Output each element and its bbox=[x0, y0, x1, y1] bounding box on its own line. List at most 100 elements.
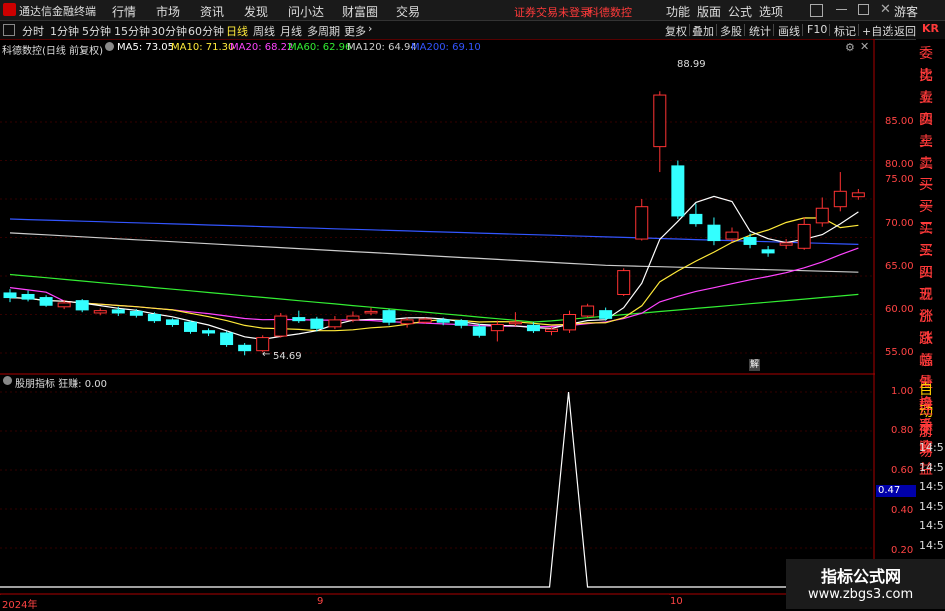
ma5-label: MA5: 73.05 bbox=[117, 42, 175, 53]
period-monthly[interactable]: 月线 bbox=[280, 23, 302, 39]
kr-badge: KR bbox=[922, 22, 939, 35]
candle-body bbox=[400, 319, 414, 325]
indicator-settings-icon[interactable] bbox=[105, 42, 114, 51]
period-30min[interactable]: 30分钟 bbox=[151, 23, 187, 39]
price-tick: 80.00 bbox=[885, 159, 914, 170]
candle-body bbox=[165, 319, 179, 326]
f10-button[interactable]: F10 bbox=[807, 23, 827, 36]
layout-button[interactable]: 版面 bbox=[697, 3, 721, 20]
ma10-label: MA10: 71.30 bbox=[171, 42, 235, 53]
candle-body bbox=[526, 324, 540, 332]
chart-title: 科德数控(日线 前复权) bbox=[2, 46, 103, 57]
trade-login-status[interactable]: 证券交易未登录 bbox=[514, 4, 591, 20]
candle-body bbox=[310, 318, 324, 329]
menu-market-quotes[interactable]: 行情 bbox=[112, 3, 136, 20]
add-watchlist-button[interactable]: +自选 bbox=[862, 23, 893, 39]
menu-wealth-circle[interactable]: 财富圈 bbox=[342, 3, 378, 20]
candle-body bbox=[833, 190, 847, 208]
candle-body bbox=[617, 270, 631, 295]
ma60-label: MA60: 62.96 bbox=[288, 42, 352, 53]
chevron-right-icon[interactable]: › bbox=[368, 22, 372, 35]
candle-body bbox=[129, 310, 143, 316]
toolbar-divider bbox=[773, 24, 774, 36]
toolbar-divider bbox=[689, 24, 690, 36]
menu-discover[interactable]: 发现 bbox=[244, 3, 268, 20]
period-weekly[interactable]: 周线 bbox=[253, 23, 275, 39]
candle-body bbox=[815, 207, 829, 224]
candle-body bbox=[581, 305, 595, 317]
adjust-button[interactable]: 复权 bbox=[665, 23, 687, 39]
options-button[interactable]: 选项 bbox=[759, 3, 783, 20]
indicator-current-value: 0.47 bbox=[876, 485, 918, 497]
app-logo-icon bbox=[3, 3, 16, 16]
low-arrow-icon: ← bbox=[262, 349, 271, 360]
candle-body bbox=[346, 315, 360, 321]
ma120-label: MA120: 64.94 bbox=[347, 42, 417, 53]
back-button[interactable]: 返回 bbox=[894, 23, 916, 39]
period-multi[interactable]: 多周期 bbox=[307, 23, 340, 39]
price-tick: 60.00 bbox=[885, 304, 914, 315]
time-label: 10 bbox=[670, 596, 683, 607]
toggle-panel-icon[interactable] bbox=[3, 24, 15, 36]
period-more[interactable]: 更多 bbox=[344, 23, 366, 39]
tick-time: 14:5 bbox=[919, 460, 944, 474]
multi-stock-button[interactable]: 多股 bbox=[720, 23, 742, 39]
period-daily[interactable]: 日线 bbox=[226, 23, 248, 39]
period-15min[interactable]: 15分钟 bbox=[114, 23, 150, 39]
price-chart[interactable] bbox=[0, 39, 875, 595]
period-5min[interactable]: 5分钟 bbox=[82, 23, 111, 39]
high-price-label: 88.99 bbox=[677, 59, 706, 70]
candle-body bbox=[75, 300, 89, 311]
indicator-tick: 0.80 bbox=[891, 425, 914, 436]
indicator-settings-icon[interactable] bbox=[3, 376, 12, 385]
candle-body bbox=[599, 310, 613, 319]
candle-body bbox=[725, 231, 739, 240]
candle-body bbox=[508, 321, 522, 325]
close-pane-icon[interactable]: ✕ bbox=[860, 40, 869, 53]
candle-body bbox=[364, 310, 378, 314]
candle-body bbox=[202, 330, 216, 334]
candle-body bbox=[328, 319, 342, 328]
price-tick: 75.00 bbox=[885, 174, 914, 185]
settings-gear-icon[interactable]: ⚙ bbox=[845, 41, 855, 54]
function-button[interactable]: 功能 bbox=[666, 3, 690, 20]
tick-time: 14:5 bbox=[919, 538, 944, 552]
candle-body bbox=[184, 321, 197, 332]
candle-body bbox=[851, 192, 865, 198]
maximize-icon[interactable] bbox=[858, 4, 869, 15]
menu-trade[interactable]: 交易 bbox=[396, 3, 420, 20]
candle-body bbox=[382, 310, 396, 323]
toolbar-divider bbox=[716, 24, 717, 36]
period-intraday[interactable]: 分时 bbox=[22, 23, 44, 39]
candle-body bbox=[418, 318, 432, 323]
statistics-button[interactable]: 统计 bbox=[749, 23, 771, 39]
watermark-url: www.zbgs3.com bbox=[808, 587, 914, 602]
candle-body bbox=[671, 165, 685, 217]
formula-button[interactable]: 公式 bbox=[728, 3, 752, 20]
candle-body bbox=[21, 293, 35, 300]
menu-bar: 通达信金融终端 行情 市场 资讯 发现 问小达 财富圈 交易 证券交易未登录 科… bbox=[0, 0, 945, 21]
time-label: 9 bbox=[317, 596, 324, 607]
jie-marker[interactable]: 解 bbox=[749, 359, 760, 371]
period-60min[interactable]: 60分钟 bbox=[188, 23, 224, 39]
quote-panel: 委比 卖五 卖四 卖三 卖二 卖一 买一 买二 买三 买四 买五 现价 涨跌 涨幅 总量 外盘 换手 净资 收益 自动… bbox=[916, 39, 945, 595]
overlay-button[interactable]: 叠加 bbox=[692, 23, 714, 39]
menu-news[interactable]: 资讯 bbox=[200, 3, 224, 20]
watermark-title: 指标公式网 bbox=[821, 567, 902, 586]
window-widget-icon[interactable] bbox=[810, 4, 823, 17]
candle-body bbox=[689, 213, 703, 225]
guest-user-button[interactable]: 游客 bbox=[894, 3, 918, 20]
candle-body bbox=[797, 223, 811, 249]
close-icon[interactable]: ✕ bbox=[880, 2, 891, 17]
app-title: 通达信金融终端 bbox=[19, 5, 96, 18]
draw-line-button[interactable]: 画线 bbox=[778, 23, 800, 39]
mark-button[interactable]: 标记 bbox=[834, 23, 856, 39]
candle-body bbox=[3, 292, 17, 299]
low-price-label: 54.69 bbox=[273, 351, 302, 362]
tick-time: 14:5 bbox=[919, 441, 944, 454]
menu-ask-xiaoda[interactable]: 问小达 bbox=[288, 3, 324, 20]
menu-markets[interactable]: 市场 bbox=[156, 3, 180, 20]
minimize-icon[interactable] bbox=[836, 9, 847, 10]
candle-body bbox=[761, 249, 775, 254]
period-1min[interactable]: 1分钟 bbox=[50, 23, 79, 39]
